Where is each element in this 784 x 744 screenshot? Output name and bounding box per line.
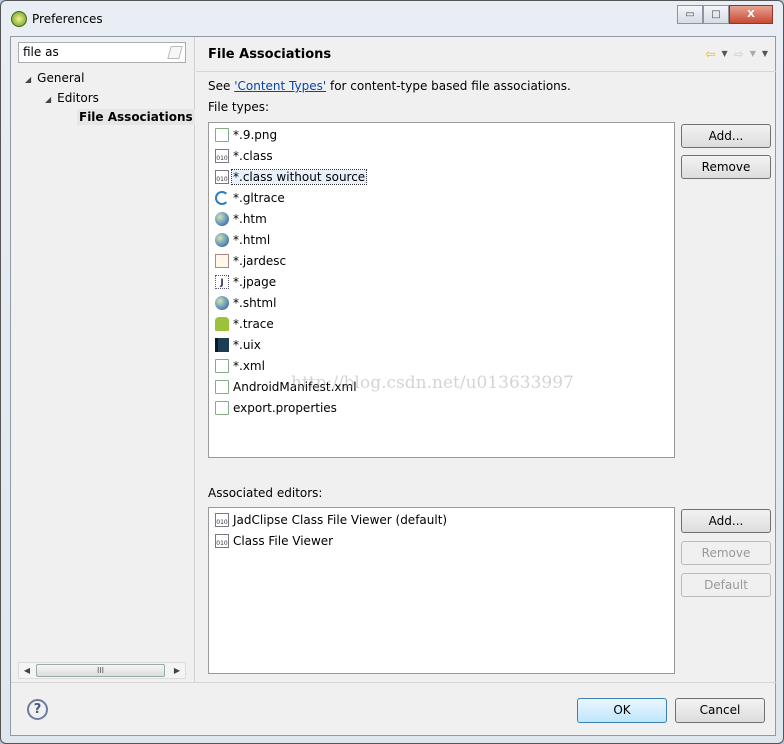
minimize-button[interactable]: ▭ bbox=[677, 5, 703, 24]
list-item-label: AndroidManifest.xml bbox=[233, 379, 357, 394]
file-icon bbox=[215, 358, 229, 373]
j-icon: J bbox=[215, 274, 229, 289]
list-item[interactable]: *.shtml bbox=[209, 292, 674, 313]
remove-file-type-button[interactable]: Remove bbox=[681, 155, 771, 179]
list-item[interactable]: *.trace bbox=[209, 313, 674, 334]
help-icon[interactable]: ? bbox=[27, 699, 48, 720]
ok-button[interactable]: OK bbox=[577, 698, 667, 723]
list-item[interactable]: *.htm bbox=[209, 208, 674, 229]
eclipse-icon bbox=[11, 11, 27, 27]
list-item[interactable]: AndroidManifest.xml bbox=[209, 376, 674, 397]
dialog-footer: ? OK Cancel bbox=[11, 682, 777, 737]
uix-icon bbox=[215, 337, 229, 352]
forward-menu-icon[interactable]: ▼ bbox=[750, 47, 756, 61]
preferences-sidebar: file as ◢ General ◢ Editors File Associati… bbox=[11, 37, 195, 682]
list-item-label: *.html bbox=[233, 232, 271, 247]
tree-item-general[interactable]: ◢ General bbox=[25, 71, 84, 85]
cancel-button[interactable]: Cancel bbox=[675, 698, 765, 723]
list-item-label: *.htm bbox=[233, 211, 267, 226]
remove-editor-button: Remove bbox=[681, 541, 771, 565]
list-item[interactable]: export.properties bbox=[209, 397, 674, 418]
file-types-list[interactable]: *.9.png 010 *.class 010 *.class without sour… bbox=[208, 122, 675, 458]
file-associations-page: File Associations ⇦ ▼ ⇨ ▼ ▼ See 'Content T… bbox=[196, 37, 776, 682]
add-file-type-button[interactable]: Add... bbox=[681, 124, 771, 148]
android-icon bbox=[215, 316, 229, 331]
list-item[interactable]: *.uix bbox=[209, 334, 674, 355]
tree-item-file-associations[interactable]: File Associations bbox=[77, 109, 195, 125]
horizontal-scrollbar[interactable]: ◀ III ▶ bbox=[18, 662, 186, 679]
list-item[interactable]: *.xml bbox=[209, 355, 674, 376]
list-item-label: *.9.png bbox=[233, 127, 278, 142]
globe-icon bbox=[215, 295, 229, 310]
list-item-label: *.jpage bbox=[233, 274, 277, 289]
forward-arrow-icon[interactable]: ⇨ bbox=[734, 47, 744, 61]
desc-suffix: for content-type based file associations… bbox=[326, 79, 571, 93]
default-editor-button: Default bbox=[681, 573, 771, 597]
window-title: Preferences bbox=[32, 12, 103, 26]
file-icon bbox=[215, 127, 229, 142]
description: See 'Content Types' for content-type bas… bbox=[208, 79, 571, 93]
clear-filter-icon[interactable] bbox=[167, 46, 183, 59]
expanded-triangle-icon[interactable]: ◢ bbox=[45, 95, 51, 104]
globe-icon bbox=[215, 211, 229, 226]
expanded-triangle-icon[interactable]: ◢ bbox=[25, 75, 31, 84]
filter-input[interactable]: file as bbox=[18, 42, 186, 63]
file-types-label: File types: bbox=[208, 100, 269, 114]
list-item[interactable]: *.gltrace bbox=[209, 187, 674, 208]
list-item[interactable]: 010 *.class without source bbox=[209, 166, 674, 187]
title-bar: Preferences ▭ □ X bbox=[1, 1, 783, 36]
binary-icon: 010 bbox=[215, 533, 229, 548]
list-item[interactable]: 010 Class File Viewer bbox=[209, 530, 674, 551]
globe-icon bbox=[215, 232, 229, 247]
list-item[interactable]: 010 *.class bbox=[209, 145, 674, 166]
maximize-button[interactable]: □ bbox=[703, 5, 729, 24]
filter-value: file as bbox=[23, 45, 59, 59]
tree-label: Editors bbox=[57, 91, 99, 105]
binary-icon: 010 bbox=[215, 169, 229, 184]
list-item-label: *.class bbox=[233, 148, 273, 163]
back-menu-icon[interactable]: ▼ bbox=[721, 47, 727, 61]
scroll-thumb[interactable]: III bbox=[36, 664, 165, 677]
list-item[interactable]: J *.jpage bbox=[209, 271, 674, 292]
add-editor-button[interactable]: Add... bbox=[681, 509, 771, 533]
list-item-label: *.trace bbox=[233, 316, 274, 331]
binary-icon: 010 bbox=[215, 512, 229, 527]
list-item-label: Class File Viewer bbox=[233, 533, 334, 548]
scroll-left-icon[interactable]: ◀ bbox=[20, 664, 34, 678]
associated-editors-list[interactable]: 010 JadClipse Class File Viewer (default)… bbox=[208, 507, 675, 674]
arc-icon bbox=[215, 190, 229, 205]
scroll-right-icon[interactable]: ▶ bbox=[170, 664, 184, 678]
jar-icon bbox=[215, 253, 229, 268]
binary-icon: 010 bbox=[215, 148, 229, 163]
associated-editors-label: Associated editors: bbox=[208, 486, 323, 500]
list-item[interactable]: *.html bbox=[209, 229, 674, 250]
list-item-label: *.shtml bbox=[233, 295, 277, 310]
page-title: File Associations bbox=[208, 47, 332, 62]
list-item-label: *.class without source bbox=[230, 168, 368, 185]
preferences-window: Preferences ▭ □ X file as ◢ General ◢ Edit… bbox=[0, 0, 784, 744]
list-item-label: JadClipse Class File Viewer (default) bbox=[233, 512, 448, 527]
view-menu-icon[interactable]: ▼ bbox=[762, 47, 768, 61]
list-item[interactable]: 010 JadClipse Class File Viewer (default) bbox=[209, 509, 674, 530]
file-icon bbox=[215, 379, 229, 394]
list-item-label: *.xml bbox=[233, 358, 265, 373]
list-item[interactable]: *.jardesc bbox=[209, 250, 674, 271]
list-item-label: *.gltrace bbox=[233, 190, 285, 205]
tree-item-editors[interactable]: ◢ Editors bbox=[45, 91, 99, 105]
list-item-label: *.uix bbox=[233, 337, 261, 352]
desc-prefix: See bbox=[208, 79, 235, 93]
tree-label: General bbox=[37, 71, 85, 85]
content-types-link[interactable]: 'Content Types' bbox=[234, 79, 326, 93]
close-button[interactable]: X bbox=[729, 5, 773, 24]
back-arrow-icon[interactable]: ⇦ bbox=[705, 47, 715, 61]
list-item-label: export.properties bbox=[233, 400, 337, 415]
list-item[interactable]: *.9.png bbox=[209, 124, 674, 145]
file-icon bbox=[215, 400, 229, 415]
list-item-label: *.jardesc bbox=[233, 253, 287, 268]
